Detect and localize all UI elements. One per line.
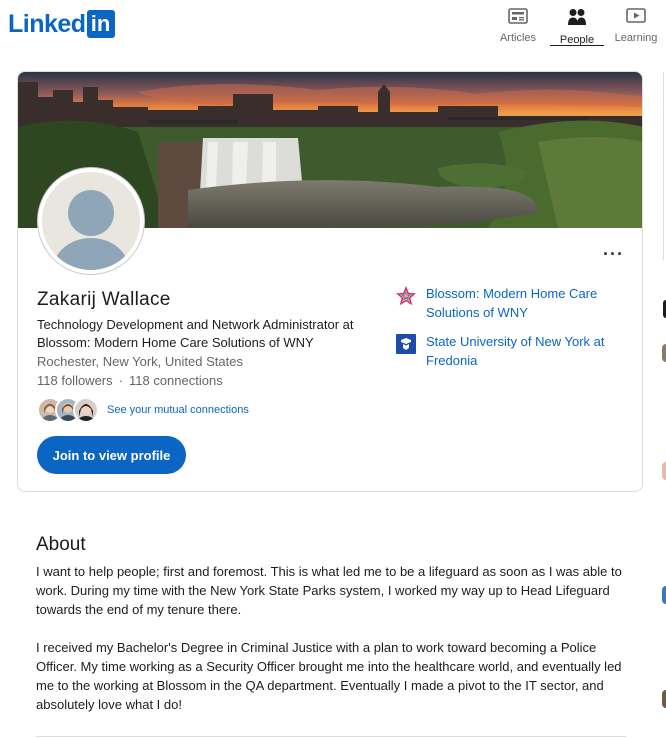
connections-count: 118 connections <box>128 373 223 388</box>
side-panel-fragment <box>662 462 666 480</box>
profile-avatar <box>38 168 144 274</box>
nav-articles[interactable]: Articles <box>488 4 548 44</box>
section-divider <box>36 736 626 737</box>
mutual-connections[interactable]: See your mutual connections <box>37 397 249 423</box>
side-panel-fragment <box>662 344 666 362</box>
top-nav: Articles People Learning <box>486 4 666 46</box>
nav-learning[interactable]: Learning <box>606 4 666 44</box>
about-paragraph: I want to help people; first and foremos… <box>36 564 622 617</box>
org-education-name: State University of New York at Fredonia <box>426 334 605 368</box>
logo-in-box: in <box>86 10 115 38</box>
about-paragraph: I received my Bachelor's Degree in Crimi… <box>36 640 622 712</box>
more-options-button[interactable]: ··· <box>603 244 624 265</box>
org-current-company-name: Blossom: Modern Home Care Solutions of W… <box>426 286 598 320</box>
articles-icon <box>508 4 528 29</box>
profile-headline: Technology Development and Network Admin… <box>37 317 354 350</box>
followers-count: 118 followers <box>37 373 113 388</box>
about-section: About I want to help people; first and f… <box>36 534 626 714</box>
mutual-avatars <box>37 397 99 423</box>
nav-people-label: People <box>559 34 595 46</box>
join-to-view-profile-button[interactable]: Join to view profile <box>37 436 186 474</box>
org-current-company[interactable]: Blossom: Modern Home Care Solutions of W… <box>395 284 636 322</box>
about-title: About <box>36 534 86 555</box>
linkedin-logo[interactable]: Linked in <box>8 10 115 38</box>
people-icon <box>567 4 587 31</box>
top-header: Linked in Articles People Learning <box>0 0 666 50</box>
blossom-logo-icon <box>395 285 417 306</box>
side-panel-fragment <box>662 586 666 604</box>
profile-organizations: Blossom: Modern Home Care Solutions of W… <box>395 284 636 380</box>
profile-location: Rochester, New York, United States <box>37 354 243 369</box>
profile-name: Zakarij Wallace <box>37 289 171 310</box>
profile-card: ··· Zakarij Wallace Technology Developme… <box>17 71 643 492</box>
profile-counts: 118 followers · 118 connections <box>37 373 223 388</box>
mutual-avatar <box>73 397 99 423</box>
nav-articles-label: Articles <box>499 32 537 44</box>
count-separator: · <box>118 373 123 388</box>
side-panel-fragment <box>662 690 666 708</box>
learning-icon <box>626 4 646 29</box>
university-logo-icon <box>396 334 416 354</box>
logo-wordmark: Linked <box>8 10 86 38</box>
nav-people[interactable]: People <box>550 4 604 46</box>
default-person-icon <box>42 172 140 270</box>
nav-learning-label: Learning <box>614 32 658 44</box>
mutual-connections-link[interactable]: See your mutual connections <box>107 404 249 416</box>
org-education[interactable]: State University of New York at Fredonia <box>396 332 636 370</box>
